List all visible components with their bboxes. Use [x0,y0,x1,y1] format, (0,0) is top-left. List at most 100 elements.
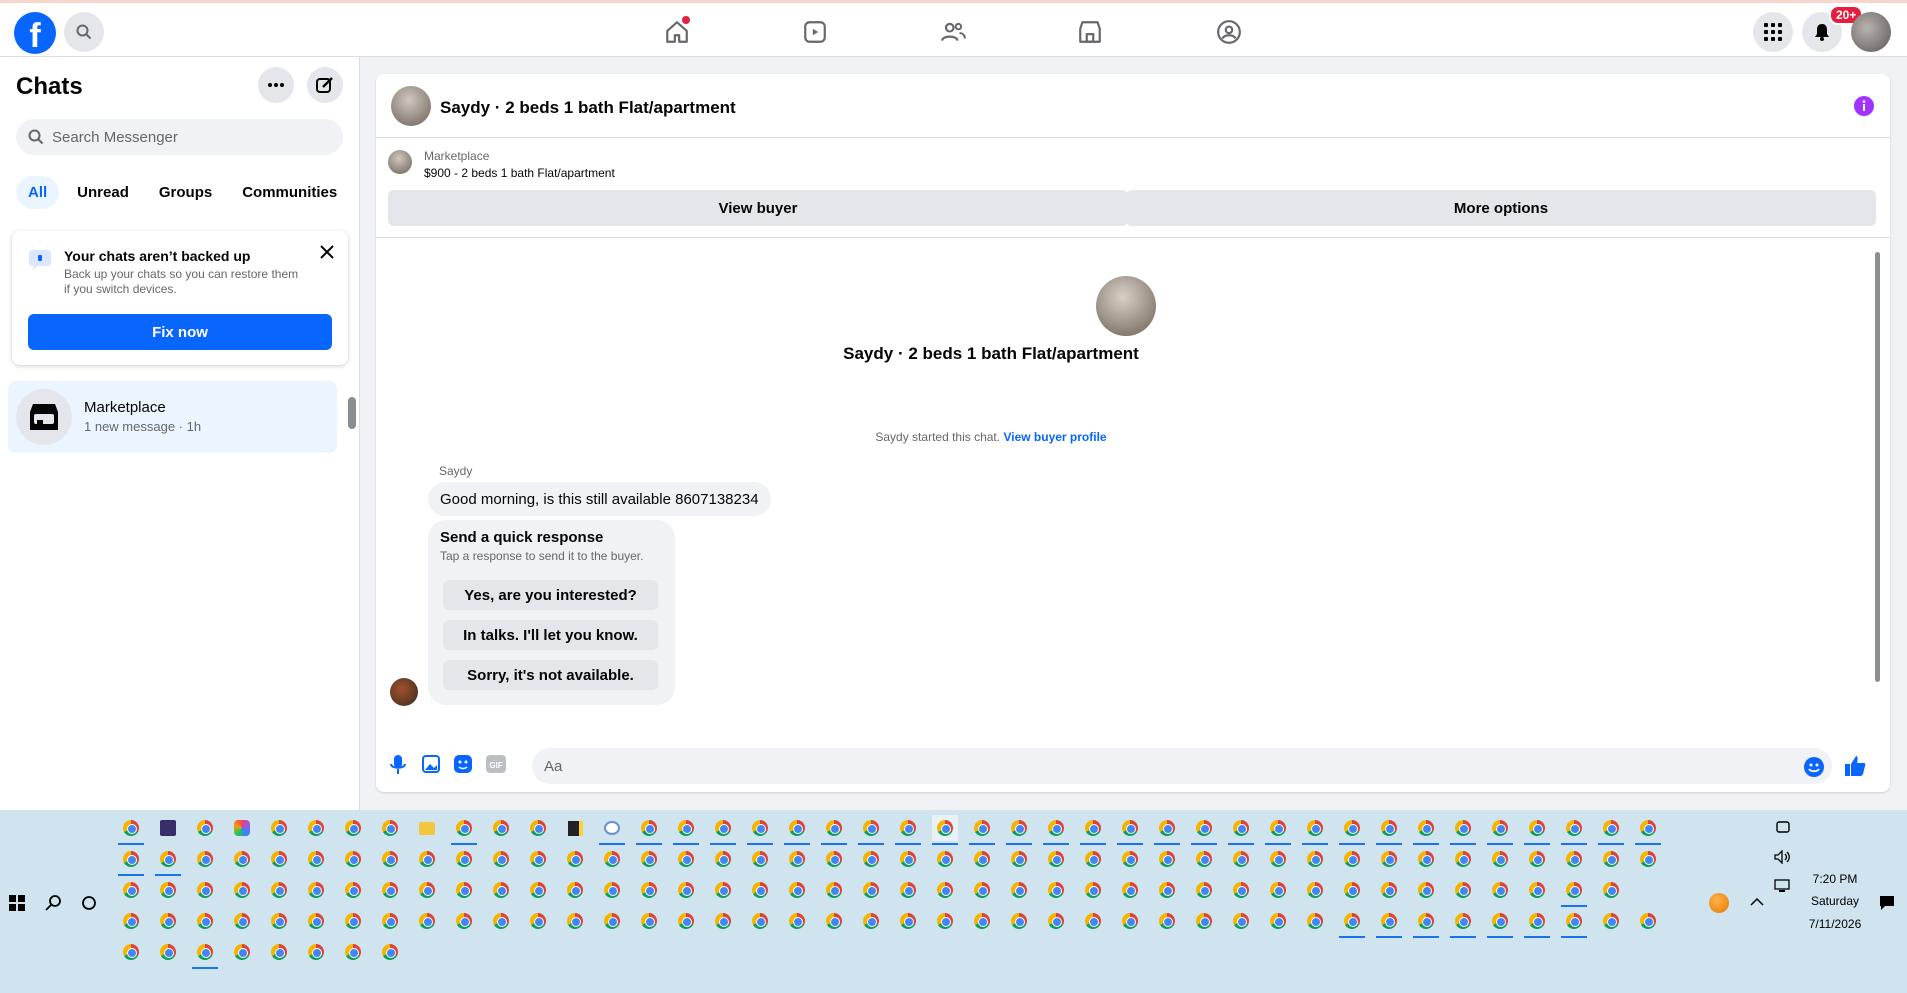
chat-avatar[interactable] [391,86,431,126]
chrome-icon[interactable] [969,908,995,934]
chrome-icon[interactable] [1598,877,1624,903]
chrome-icon[interactable] [1006,908,1032,934]
chrome-icon[interactable] [784,815,810,845]
chrome-icon[interactable] [1450,846,1476,872]
chrome-icon[interactable] [784,908,810,934]
friends-nav-button[interactable] [930,10,976,54]
chrome-icon[interactable] [118,939,144,965]
chrome-icon[interactable] [266,939,292,965]
chrome-icon[interactable] [1561,846,1587,872]
chrome-icon[interactable] [599,877,625,903]
message-input[interactable]: Aa [532,748,1832,784]
chrome-icon[interactable] [1524,815,1550,845]
chrome-icon[interactable] [562,877,588,903]
chrome-icon[interactable] [1302,846,1328,872]
chrome-icon[interactable] [858,846,884,872]
chrome-icon[interactable] [488,846,514,872]
chrome-icon[interactable] [1339,877,1365,903]
search-icon[interactable] [45,894,63,912]
chrome-icon[interactable] [1635,815,1661,845]
tab-groups[interactable]: Groups [147,176,224,209]
chrome-icon[interactable] [932,877,958,903]
chrome-icon[interactable] [1302,908,1328,934]
chrome-icon[interactable] [451,877,477,903]
chrome-icon[interactable] [1524,877,1550,903]
chrome-icon[interactable] [303,908,329,934]
chrome-icon[interactable] [821,846,847,872]
chrome-icon[interactable] [932,846,958,872]
chrome-icon[interactable] [377,939,403,965]
chrome-icon[interactable] [636,908,662,934]
chrome-icon[interactable] [821,815,847,845]
chrome-icon[interactable] [1154,815,1180,845]
chrome-icon[interactable] [969,877,995,903]
chrome-icon[interactable] [192,908,218,934]
chrome-icon[interactable] [1376,846,1402,872]
chrome-icon[interactable] [1487,877,1513,903]
chrome-icon[interactable] [192,846,218,872]
chrome-icon[interactable] [1265,908,1291,934]
gif-icon[interactable]: GIF [486,755,506,773]
chrome-icon[interactable] [1154,846,1180,872]
view-buyer-button[interactable]: View buyer [388,190,1128,226]
chrome-icon[interactable] [266,815,292,841]
quick-response-option[interactable]: Sorry, it's not available. [443,660,658,690]
chrome-icon[interactable] [377,815,403,841]
chrome-icon[interactable] [229,877,255,903]
chrome-icon[interactable] [192,939,218,969]
chrome-icon[interactable] [1561,877,1587,907]
menu-button[interactable] [1753,12,1793,52]
chrome-icon[interactable] [1043,846,1069,872]
chrome-icon[interactable] [525,815,551,841]
chrome-icon[interactable] [1228,846,1254,872]
sticker-icon[interactable] [454,755,472,773]
chrome-icon[interactable] [1450,908,1476,938]
chrome-icon[interactable] [784,846,810,872]
chrome-icon[interactable] [414,877,440,903]
chrome-icon[interactable] [1191,908,1217,934]
chrome-icon[interactable] [710,815,736,845]
chrome-icon[interactable] [1043,815,1069,845]
photo-icon[interactable] [422,755,440,773]
chrome-icon[interactable] [932,815,958,845]
chrome-icon[interactable] [303,846,329,872]
chrome-icon[interactable] [118,815,144,845]
app-icon[interactable] [155,815,181,841]
chrome-icon[interactable] [1376,908,1402,938]
chrome-icon[interactable] [969,846,995,872]
microphone-icon[interactable] [390,755,406,775]
chrome-icon[interactable] [266,846,292,872]
facebook-logo[interactable]: f [14,12,56,54]
tab-unread[interactable]: Unread [65,176,141,209]
chrome-icon[interactable] [636,846,662,872]
volume-icon[interactable] [1774,850,1792,864]
chrome-icon[interactable] [969,815,995,845]
listing-price-title[interactable]: $900 - 2 beds 1 bath Flat/apartment [424,166,615,180]
quick-response-option[interactable]: Yes, are you interested? [443,580,658,610]
chrome-icon[interactable] [340,815,366,841]
chrome-icon[interactable] [1191,877,1217,903]
chrome-icon[interactable] [1117,908,1143,934]
search-button[interactable] [64,12,104,52]
chrome-icon[interactable] [192,815,218,841]
conversation-item-marketplace[interactable]: Marketplace 1 new message · 1h [8,381,337,453]
chrome-icon[interactable] [747,815,773,845]
chrome-icon[interactable] [1524,908,1550,938]
profile-avatar[interactable] [1851,12,1891,52]
chat-scrollbar[interactable] [1872,242,1882,732]
chrome-icon[interactable] [1191,815,1217,845]
home-nav-button[interactable] [654,10,700,54]
chrome-icon[interactable] [414,846,440,872]
chrome-icon[interactable] [377,846,403,872]
chrome-icon[interactable] [1006,846,1032,872]
chrome-icon[interactable] [562,846,588,872]
chrome-icon[interactable] [1117,846,1143,872]
chrome-icon[interactable] [821,877,847,903]
chrome-icon[interactable] [1487,815,1513,845]
chrome-icon[interactable] [488,877,514,903]
chrome-icon[interactable] [895,846,921,872]
chrome-icon[interactable] [340,877,366,903]
chrome-icon[interactable] [710,908,736,934]
chrome-icon[interactable] [673,877,699,903]
chrome-icon[interactable] [1339,815,1365,845]
